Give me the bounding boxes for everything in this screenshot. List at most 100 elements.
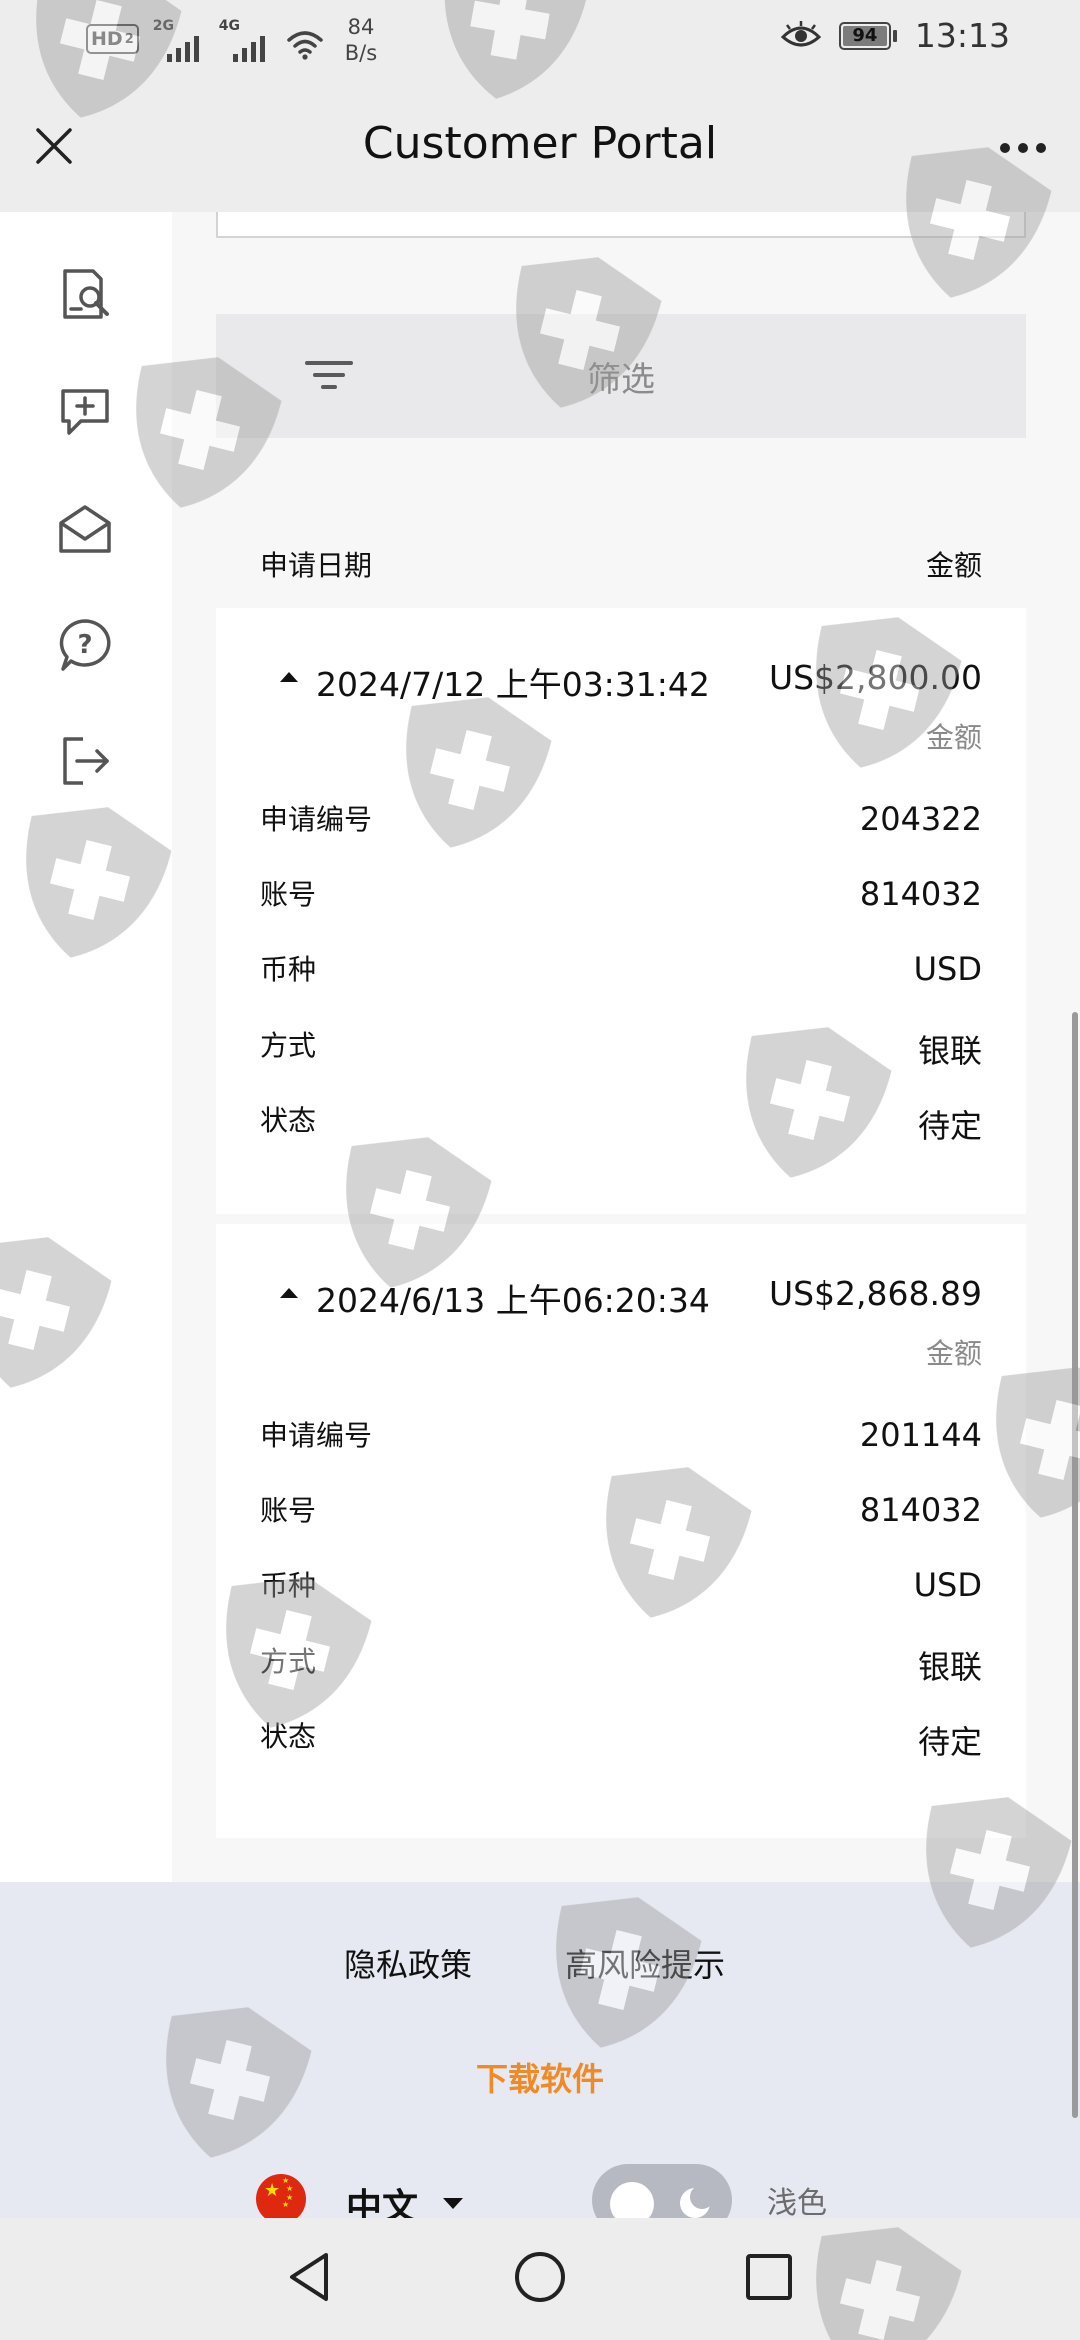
column-header-amount: 金额 — [925, 549, 982, 582]
field-value: 814032 — [859, 1491, 982, 1529]
record-amount: US$2,800.00 — [768, 658, 982, 697]
field-label: 状态 — [260, 1104, 317, 1137]
detail-row: 账号 814032 — [260, 1489, 982, 1533]
signal-2g-icon: 2G — [152, 18, 205, 62]
record-card[interactable]: 2024/7/12 上午03:31:42 US$2,800.00 金额 申请编号… — [216, 608, 1026, 1214]
detail-row: 方式 银联 — [260, 1640, 982, 1686]
field-value: USD — [913, 1566, 982, 1604]
record-date: 2024/7/12 上午03:31:42 — [316, 665, 710, 704]
help-icon: ? — [59, 619, 111, 671]
field-label: 方式 — [260, 1645, 317, 1678]
theme-toggle[interactable] — [592, 2164, 732, 2218]
recents-square-icon — [746, 2254, 792, 2300]
record-amount-label: 金额 — [925, 721, 982, 754]
field-value: 814032 — [859, 875, 982, 913]
more-dot — [1000, 143, 1010, 153]
hd-label: HD — [91, 28, 123, 50]
status-left: HD 2 2G 4G 84 B/s — [86, 14, 377, 66]
field-label: 申请编号 — [260, 803, 373, 836]
detail-row: 申请编号 204322 — [260, 798, 982, 842]
download-app-link[interactable]: 下载软件 — [0, 2054, 1080, 2100]
status-bar: HD 2 2G 4G 84 B/s 94 13:13 — [0, 0, 1080, 80]
field-value: 待定 — [917, 1723, 982, 1761]
nav-recents-button[interactable] — [734, 2242, 804, 2312]
field-label: 账号 — [260, 878, 317, 911]
system-nav-bar — [0, 2218, 1080, 2340]
sidebar: ? — [0, 212, 172, 1882]
sidebar-item-new-message[interactable] — [50, 376, 120, 446]
page-title: Customer Portal — [362, 118, 718, 169]
filter-label: 筛选 — [587, 360, 655, 400]
title-bar: Customer Portal — [0, 80, 1080, 212]
document-search-icon — [63, 269, 109, 319]
wifi-icon — [286, 31, 323, 60]
back-triangle-icon — [290, 2253, 328, 2301]
logout-icon — [63, 737, 109, 785]
field-value: 201144 — [859, 1416, 982, 1454]
field-label: 币种 — [260, 953, 317, 986]
search-panel-bottom — [216, 212, 1026, 238]
add-chat-icon — [61, 389, 109, 435]
clock: 13:13 — [914, 16, 1010, 55]
battery-icon: 94 — [838, 21, 897, 50]
detail-row: 申请编号 201144 — [260, 1414, 982, 1458]
field-label: 方式 — [260, 1029, 317, 1062]
detail-row: 币种 USD — [260, 1564, 982, 1608]
record-date: 2024/6/13 上午06:20:34 — [316, 1281, 710, 1320]
network-4g-label: 4G — [218, 18, 240, 34]
record-amount-label: 金额 — [925, 1337, 982, 1370]
status-right: 94 13:13 — [780, 16, 1010, 55]
eye-comfort-icon — [780, 20, 821, 46]
privacy-policy-link[interactable]: 隐私政策 — [344, 1940, 472, 1986]
moon-icon — [680, 2185, 714, 2218]
field-value: 银联 — [917, 1648, 982, 1686]
risk-warning-link[interactable]: 高风险提示 — [565, 1940, 725, 1986]
network-speed: 84 B/s — [345, 14, 377, 66]
sidebar-item-help[interactable]: ? — [50, 610, 120, 680]
battery-level: 94 — [842, 25, 887, 46]
theme-label: 浅色 — [767, 2186, 827, 2218]
nav-back-button[interactable] — [274, 2242, 344, 2312]
nav-home-button[interactable] — [505, 2242, 575, 2312]
field-value: 204322 — [859, 800, 982, 838]
detail-row: 币种 USD — [260, 948, 982, 992]
home-circle-icon — [515, 2252, 565, 2302]
filter-button[interactable]: 筛选 — [216, 314, 1026, 438]
collapse-caret-icon[interactable] — [280, 1288, 298, 1298]
footer: 隐私政策 高风险提示 下载软件 ★ ★ ★ ★ ★ 中文 浅色 — [0, 1882, 1080, 2218]
collapse-caret-icon[interactable] — [280, 672, 298, 682]
field-value: 银联 — [917, 1032, 982, 1070]
more-dot — [1018, 143, 1028, 153]
mail-open-icon — [59, 505, 111, 553]
list-header: 申请日期 金额 — [216, 544, 1026, 594]
detail-row: 方式 银联 — [260, 1024, 982, 1070]
main-content: 筛选 申请日期 金额 2024/7/12 上午03:31:42 US$2,800… — [172, 212, 1080, 1882]
network-2g-label: 2G — [152, 18, 174, 34]
signal-4g-icon: 4G — [218, 18, 271, 62]
detail-row: 账号 814032 — [260, 873, 982, 917]
toggle-knob — [610, 2182, 654, 2218]
field-label: 账号 — [260, 1494, 317, 1527]
field-label: 状态 — [260, 1720, 317, 1753]
field-value: USD — [913, 950, 982, 988]
sidebar-item-documents[interactable] — [50, 260, 120, 330]
hd-voice-icon: HD 2 — [86, 24, 139, 54]
field-label: 申请编号 — [260, 1419, 373, 1452]
field-label: 币种 — [260, 1569, 317, 1602]
more-options-button[interactable] — [988, 118, 1058, 178]
sidebar-item-logout[interactable] — [50, 726, 120, 796]
chevron-down-icon[interactable] — [443, 2198, 463, 2209]
record-amount: US$2,868.89 — [768, 1274, 982, 1313]
speed-value: 84 — [347, 15, 375, 39]
scrollbar[interactable] — [1072, 1012, 1078, 2118]
svg-text:?: ? — [77, 630, 92, 660]
detail-row: 状态 待定 — [260, 1099, 982, 1145]
sidebar-item-mail[interactable] — [50, 494, 120, 564]
field-value: 待定 — [917, 1107, 982, 1145]
language-selector[interactable]: 中文 — [346, 2178, 418, 2218]
hd-sub: 2 — [124, 31, 134, 47]
more-dot — [1036, 143, 1046, 153]
record-card[interactable]: 2024/6/13 上午06:20:34 US$2,868.89 金额 申请编号… — [216, 1224, 1026, 1838]
china-flag-icon[interactable]: ★ ★ ★ ★ ★ — [256, 2174, 306, 2218]
column-header-date: 申请日期 — [260, 549, 373, 582]
